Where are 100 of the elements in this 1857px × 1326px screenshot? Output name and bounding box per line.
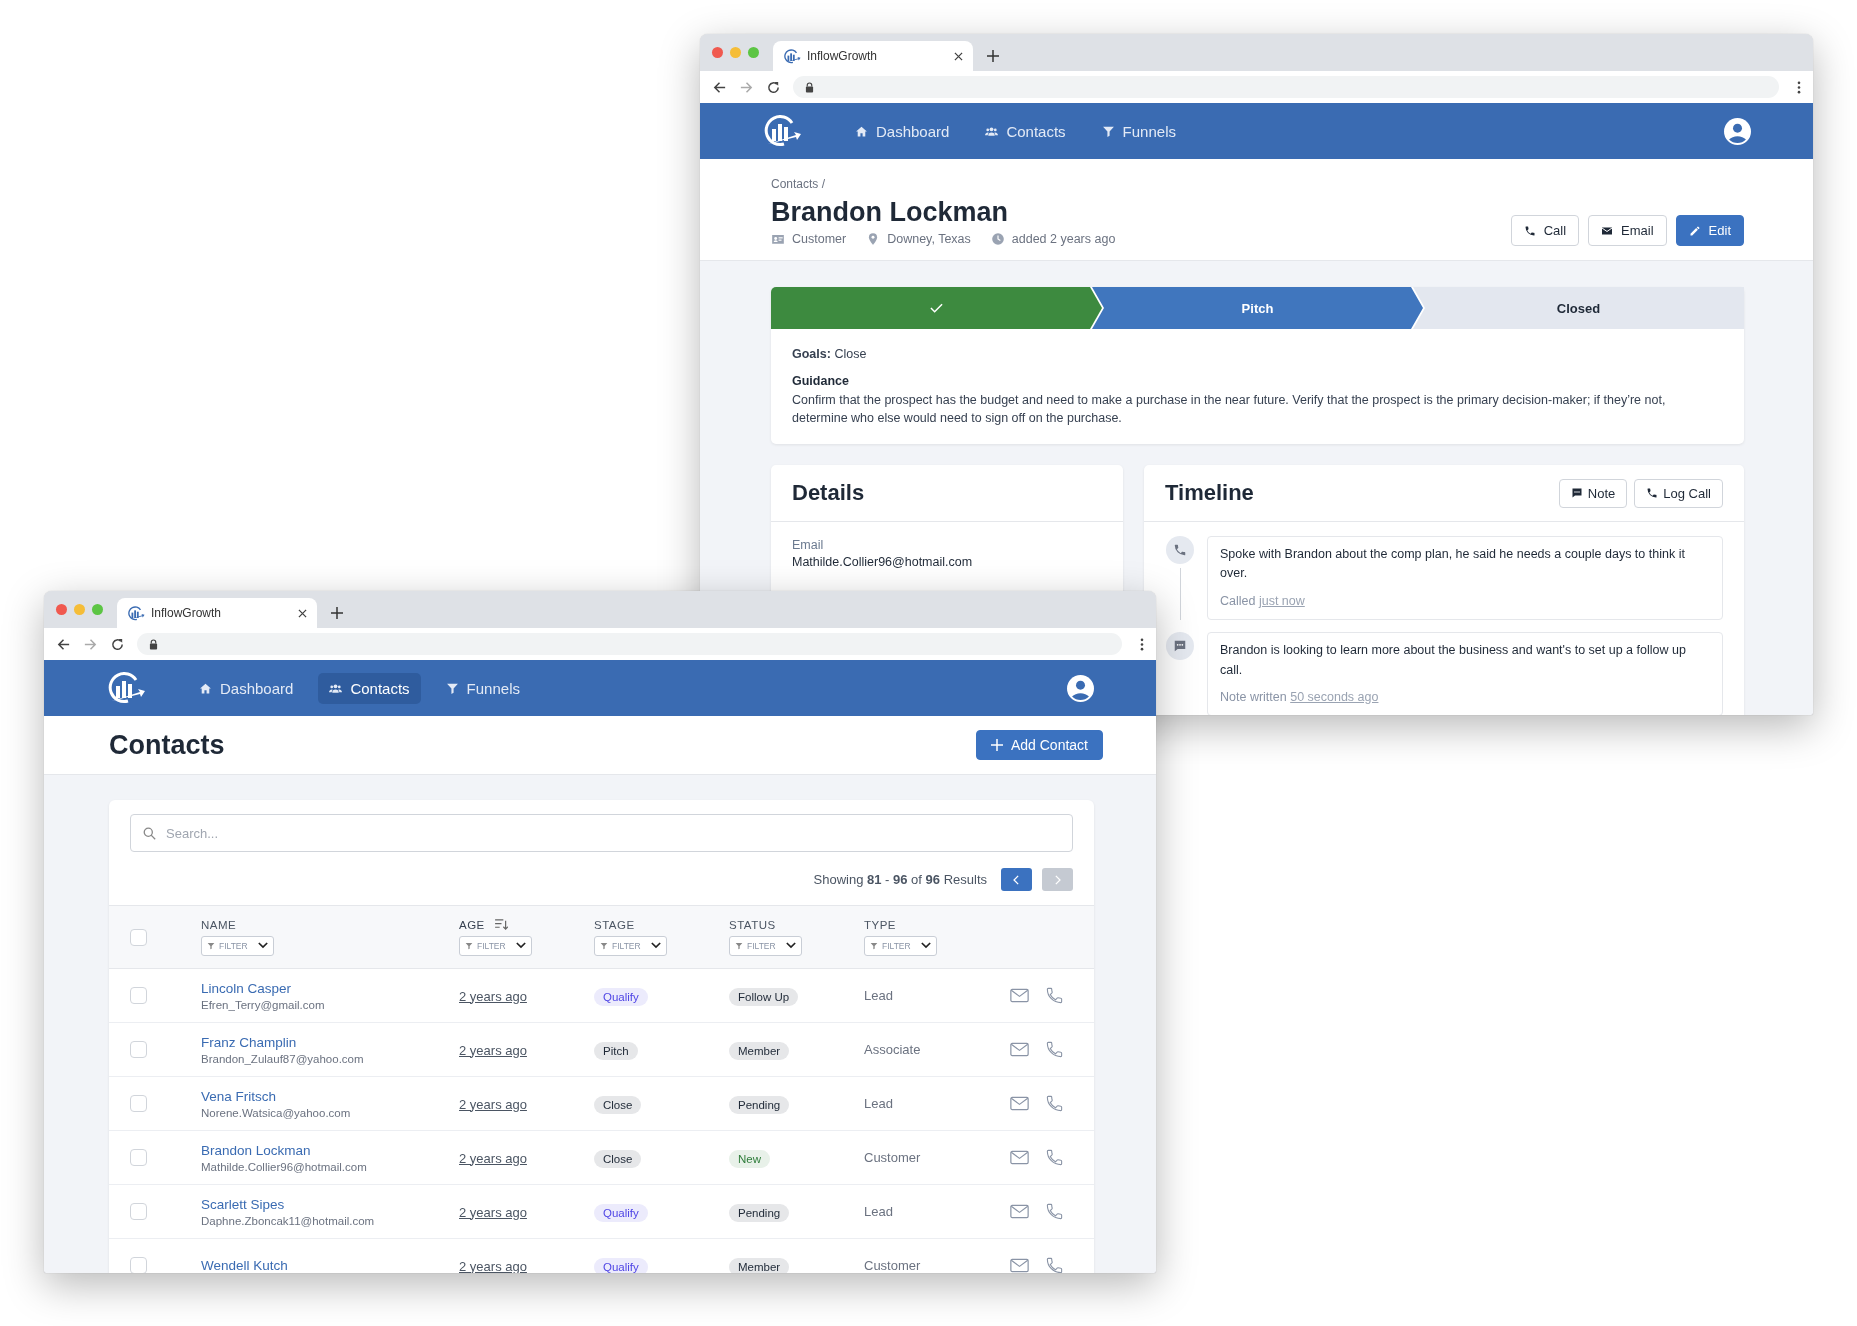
user-avatar-icon[interactable]: [1067, 674, 1094, 702]
lock-icon: [149, 638, 158, 650]
minimize-window-dot[interactable]: [74, 604, 85, 615]
nav-link[interactable]: Contacts: [974, 115, 1077, 147]
row-checkbox[interactable]: [130, 1203, 147, 1220]
close-icon[interactable]: [298, 608, 307, 618]
browser-tab[interactable]: InflowGrowth: [773, 41, 973, 71]
plus-icon[interactable]: [331, 607, 343, 619]
card-title: Timeline: [1165, 480, 1254, 506]
contact-name-link[interactable]: Brandon Lockman: [201, 1142, 459, 1158]
age-link[interactable]: 2 years ago: [459, 1204, 527, 1220]
row-checkbox[interactable]: [130, 1095, 147, 1112]
column-header[interactable]: STATUS: [729, 918, 776, 931]
age-link[interactable]: 2 years ago: [459, 1150, 527, 1166]
column-header[interactable]: NAME: [201, 918, 237, 931]
column-header[interactable]: TYPE: [864, 918, 897, 931]
field-label: Email: [792, 538, 825, 552]
row-checkbox[interactable]: [130, 1149, 147, 1166]
user-avatar-icon[interactable]: [1724, 117, 1751, 145]
age-link[interactable]: 2 years ago: [459, 1258, 527, 1273]
more-icon[interactable]: [1140, 637, 1144, 651]
row-checkbox[interactable]: [130, 1041, 147, 1058]
phone-icon: [1523, 224, 1536, 237]
contact-name-link[interactable]: Lincoln Casper: [201, 980, 459, 996]
timeline-button[interactable]: Log Call: [1634, 478, 1723, 508]
close-icon[interactable]: [954, 51, 963, 61]
envelope-icon[interactable]: [1010, 1202, 1029, 1221]
timeline-button[interactable]: Note: [1558, 478, 1628, 508]
contact-name-link[interactable]: Scarlett Sipes: [201, 1196, 459, 1212]
reload-icon[interactable]: [766, 79, 781, 95]
guidance-heading: Guidance: [792, 372, 850, 390]
plus-icon[interactable]: [987, 50, 999, 62]
add-contact-button[interactable]: Add Contact: [975, 730, 1103, 760]
phone-icon[interactable]: [1045, 1040, 1064, 1059]
envelope-icon[interactable]: [1010, 1148, 1029, 1167]
action-button[interactable]: Edit: [1675, 215, 1744, 246]
lock-icon: [805, 81, 814, 93]
meta-text: Downey, Texas: [887, 232, 971, 246]
contact-name-link[interactable]: Wendell Kutch: [201, 1258, 459, 1273]
home-icon: [199, 681, 212, 695]
filter-dropdown[interactable]: FILTER: [201, 935, 274, 956]
row-checkbox[interactable]: [130, 987, 147, 1004]
select-all-checkbox[interactable]: [130, 928, 147, 946]
meta-text: added 2 years ago: [1011, 232, 1116, 246]
search-input[interactable]: Search...: [166, 818, 1060, 848]
nav-link[interactable]: Dashboard: [188, 672, 305, 704]
type-text: Associate: [864, 1042, 922, 1057]
stage-step[interactable]: Pitch: [1092, 287, 1423, 329]
filter-dropdown[interactable]: FILTER: [594, 935, 667, 956]
chat-icon: [1570, 487, 1583, 499]
status-tag: New: [729, 1149, 770, 1168]
age-link[interactable]: 2 years ago: [459, 988, 527, 1004]
logo-icon: [127, 605, 145, 621]
search-field[interactable]: Search...: [130, 814, 1073, 852]
phone-icon[interactable]: [1045, 986, 1064, 1005]
nav-link[interactable]: Contacts: [318, 672, 421, 704]
envelope-icon[interactable]: [1010, 1256, 1029, 1273]
breadcrumb-link[interactable]: Contacts /: [771, 177, 1744, 191]
phone-icon[interactable]: [1045, 1202, 1064, 1221]
nav-link[interactable]: Dashboard: [844, 115, 961, 147]
filter-dropdown[interactable]: FILTER: [729, 935, 802, 956]
action-button[interactable]: Email: [1588, 215, 1667, 246]
sort-icon[interactable]: [494, 919, 508, 930]
phone-icon[interactable]: [1045, 1256, 1064, 1273]
filter-dropdown[interactable]: FILTER: [864, 935, 937, 956]
nav-link[interactable]: Funnels: [434, 672, 531, 704]
more-icon[interactable]: [1797, 80, 1801, 94]
minimize-window-dot[interactable]: [730, 47, 741, 58]
check-icon: [930, 303, 943, 313]
phone-icon[interactable]: [1045, 1094, 1064, 1113]
column-header[interactable]: AGE: [459, 918, 485, 931]
envelope-icon[interactable]: [1010, 986, 1029, 1005]
stage-tag: Qualify: [594, 1257, 648, 1273]
column-header[interactable]: STAGE: [594, 918, 635, 931]
users-icon: [329, 681, 343, 695]
stage-tag: Qualify: [594, 1203, 648, 1222]
previous-page-button[interactable]: [1001, 868, 1032, 891]
maximize-window-dot[interactable]: [92, 604, 103, 615]
envelope-icon[interactable]: [1010, 1094, 1029, 1113]
close-window-dot[interactable]: [56, 604, 67, 615]
maximize-window-dot[interactable]: [748, 47, 759, 58]
contact-email: Efren_Terry@gmail.com: [201, 998, 326, 1011]
phone-icon[interactable]: [1045, 1148, 1064, 1167]
stage-step[interactable]: Closed: [1413, 287, 1744, 329]
close-window-dot[interactable]: [712, 47, 723, 58]
filter-dropdown[interactable]: FILTER: [459, 935, 532, 956]
contact-name-link[interactable]: Franz Champlin: [201, 1034, 459, 1050]
plus-icon: [990, 739, 1003, 751]
browser-tab[interactable]: InflowGrowth: [117, 598, 317, 628]
envelope-icon[interactable]: [1010, 1040, 1029, 1059]
action-button[interactable]: Call: [1510, 215, 1580, 246]
funnel-icon: [465, 941, 473, 950]
age-link[interactable]: 2 years ago: [459, 1096, 527, 1112]
row-checkbox[interactable]: [130, 1257, 147, 1273]
contact-name-link[interactable]: Vena Fritsch: [201, 1088, 459, 1104]
reload-icon[interactable]: [110, 636, 125, 652]
stage-tag: Qualify: [594, 987, 648, 1006]
nav-link[interactable]: Funnels: [1090, 115, 1187, 147]
age-link[interactable]: 2 years ago: [459, 1042, 527, 1058]
home-icon: [855, 124, 868, 138]
